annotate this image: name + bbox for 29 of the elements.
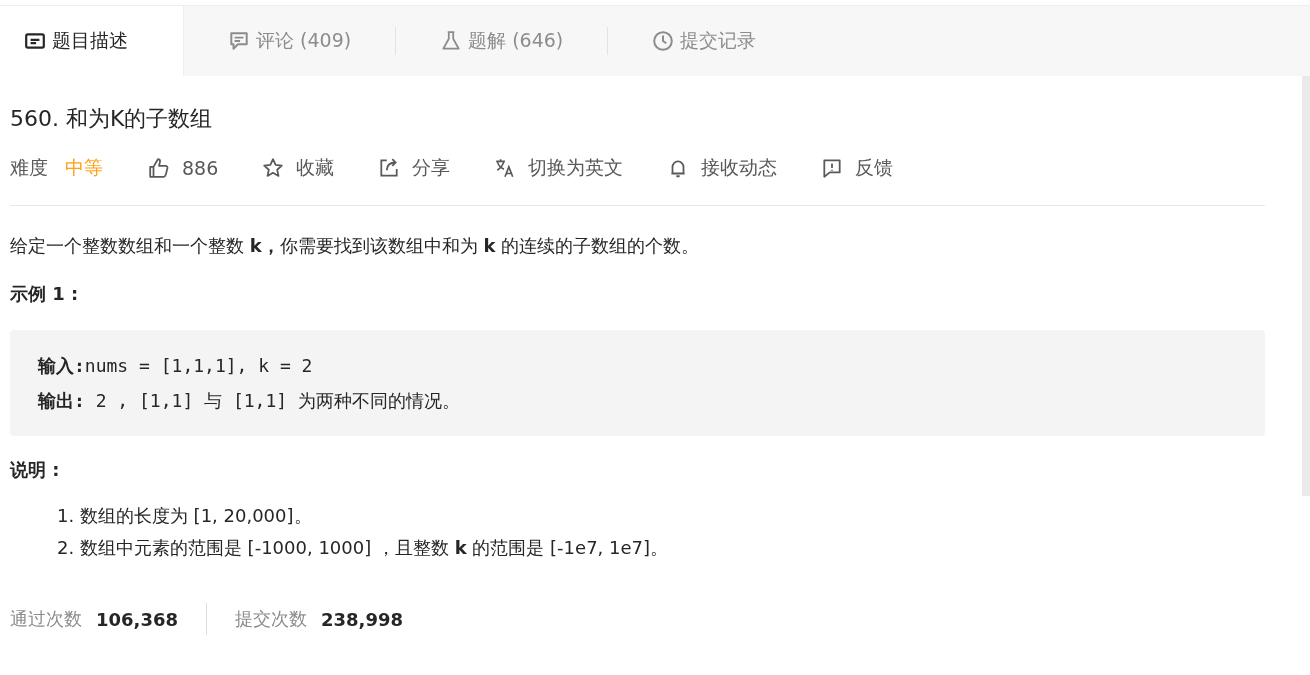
- action-button[interactable]: 分享: [378, 155, 451, 181]
- problem-title: 560. 和为K的子数组: [10, 105, 214, 133]
- comment-icon: [228, 30, 250, 52]
- feedback-icon: [821, 157, 844, 179]
- action-button[interactable]: 切换为英文: [494, 155, 624, 181]
- stat-label: 提交次数: [235, 607, 307, 631]
- flask-icon: [440, 30, 463, 52]
- like-button[interactable]: 886: [148, 157, 219, 179]
- star-icon: [262, 157, 285, 179]
- tab[interactable]: 题目描述: [0, 6, 184, 76]
- note-item: 1. 数组的长度为 [1, 20,000]。: [57, 504, 313, 528]
- thumbs-up-icon: [148, 157, 170, 179]
- difficulty-value: 中等: [65, 155, 103, 180]
- action-button[interactable]: 收藏: [262, 155, 335, 181]
- description-text: 给定一个整数数组和一个整数 k，你需要找到该数组中和为 k 的连续的子数组的个数。: [10, 234, 701, 258]
- example-heading: 示例 1 :: [10, 282, 80, 306]
- stat-value: 238,998: [321, 608, 403, 630]
- action-button[interactable]: 接收动态: [667, 155, 778, 181]
- notes-heading: 说明 :: [10, 458, 61, 482]
- share-icon: [378, 157, 401, 179]
- action-button[interactable]: 反馈: [821, 155, 894, 181]
- description-icon: [24, 30, 46, 52]
- code-line: 输入:nums = [1,1,1], k = 2: [38, 354, 314, 378]
- code-line: 输出: 2 , [1,1] 与 [1,1] 为两种不同的情况。: [38, 389, 461, 413]
- note-item: 2. 数组中元素的范围是 [-1000, 1000] ，且整数 k 的范围是 [-1e7, 1e7]。: [57, 536, 670, 560]
- clock-icon: [652, 30, 675, 52]
- stat-value: 106,368: [96, 608, 178, 630]
- difficulty-label: 难度: [10, 155, 48, 180]
- stat-label: 通过次数: [10, 607, 82, 631]
